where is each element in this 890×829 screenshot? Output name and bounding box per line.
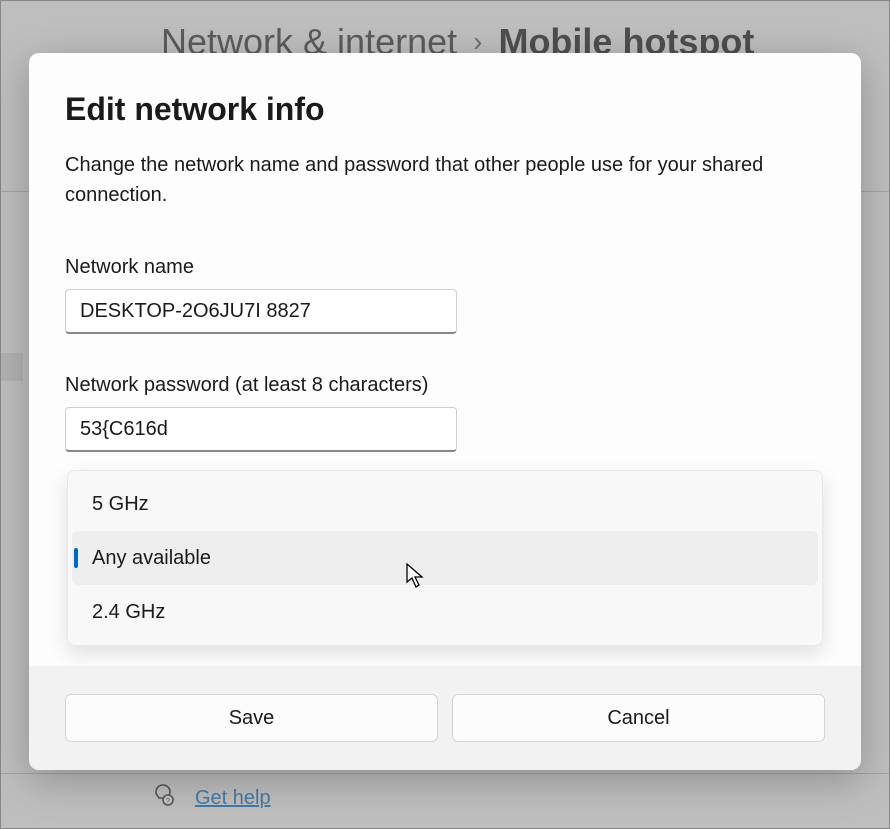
network-band-dropdown[interactable]: 5 GHz Any available 2.4 GHz <box>67 470 823 646</box>
network-password-field: Network password (at least 8 characters) <box>65 374 825 452</box>
band-option-24ghz[interactable]: 2.4 GHz <box>72 585 818 639</box>
edit-network-info-dialog: Edit network info Change the network nam… <box>29 53 861 770</box>
network-name-input[interactable] <box>65 289 457 334</box>
save-button[interactable]: Save <box>65 694 438 742</box>
band-option-label: 5 GHz <box>92 493 149 516</box>
band-option-label: Any available <box>92 547 211 570</box>
network-name-field: Network name <box>65 256 825 334</box>
dialog-footer: Save Cancel <box>29 666 861 770</box>
band-option-5ghz[interactable]: 5 GHz <box>72 477 818 531</box>
dialog-title: Edit network info <box>65 91 825 128</box>
network-name-label: Network name <box>65 256 825 279</box>
band-option-label: 2.4 GHz <box>92 601 165 624</box>
network-password-input[interactable] <box>65 407 457 452</box>
band-option-any-available[interactable]: Any available <box>72 531 818 585</box>
cancel-button[interactable]: Cancel <box>452 694 825 742</box>
dialog-description: Change the network name and password tha… <box>65 150 825 210</box>
network-password-label: Network password (at least 8 characters) <box>65 374 825 397</box>
